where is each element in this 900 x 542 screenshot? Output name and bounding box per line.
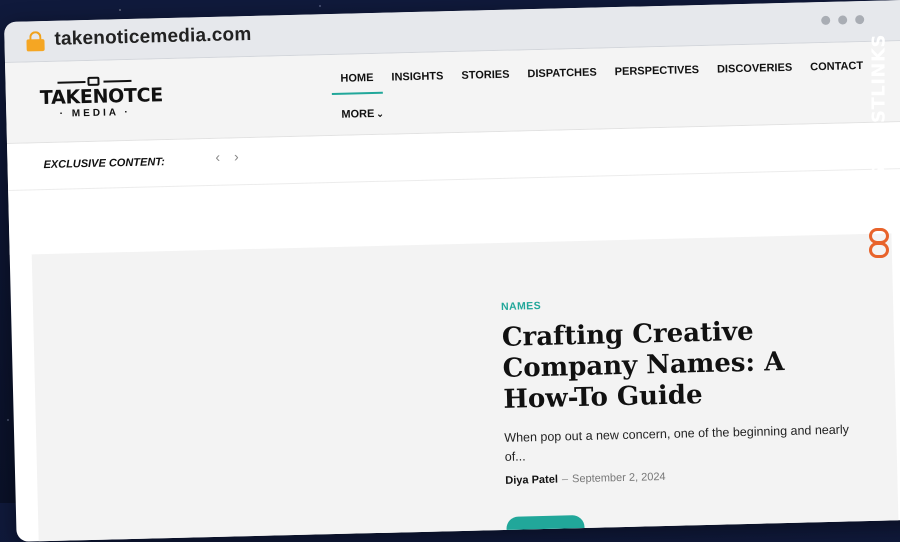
chevron-left-icon[interactable]: ‹ bbox=[215, 149, 220, 165]
article-headline[interactable]: Crafting Creative Company Names: A How-T… bbox=[502, 315, 824, 416]
nav-item-home[interactable]: HOME bbox=[331, 68, 382, 89]
nav-item-contact[interactable]: CONTACT bbox=[801, 56, 872, 78]
window-controls bbox=[821, 14, 865, 26]
article-meta: Diya Patel – September 2, 2024 bbox=[505, 471, 666, 487]
nav-item-perspectives[interactable]: PERSPECTIVES bbox=[605, 60, 708, 82]
ticker-arrows: ‹ › bbox=[215, 148, 239, 165]
meta-separator: – bbox=[561, 473, 569, 486]
lock-icon bbox=[26, 31, 45, 52]
browser-window: takenoticemedia.com TAKENOTCE · MEDIA · … bbox=[4, 0, 900, 542]
window-dot-icon[interactable] bbox=[821, 15, 831, 26]
nav-item-more[interactable]: MORE ⌄ bbox=[332, 104, 393, 125]
nav-item-discoveries[interactable]: DISCOVERIES bbox=[708, 58, 802, 80]
article-date: September 2, 2024 bbox=[571, 470, 666, 486]
main-nav: HOME INSIGHTS STORIES DISPATCHES PERSPEC… bbox=[331, 56, 872, 89]
exclusive-content-label: EXCLUSIVE CONTENT: bbox=[43, 156, 166, 172]
chevron-right-icon[interactable]: › bbox=[234, 148, 239, 164]
site-logo[interactable]: TAKENOTCE · MEDIA · bbox=[39, 75, 164, 120]
camera-icon bbox=[87, 76, 100, 86]
nav-item-stories[interactable]: STORIES bbox=[452, 64, 519, 86]
window-dot-icon[interactable] bbox=[838, 15, 848, 25]
read-more-button[interactable] bbox=[506, 514, 585, 541]
logo-name: TAKENOTCE bbox=[39, 84, 164, 110]
article-category[interactable]: NAMES bbox=[501, 300, 541, 313]
nav-item-dispatches[interactable]: DISPATCHES bbox=[518, 62, 606, 84]
article-excerpt: When pop out a new concern, one of the b… bbox=[504, 422, 850, 464]
brand-text: GUESTPOSTLINKS bbox=[868, 34, 890, 222]
window-dot-icon[interactable] bbox=[855, 14, 865, 25]
url-text[interactable]: takenoticemedia.com bbox=[54, 24, 252, 51]
nav-item-insights[interactable]: INSIGHTS bbox=[382, 66, 452, 88]
link-chain-icon bbox=[869, 228, 889, 260]
nav-more-label: MORE bbox=[341, 107, 375, 121]
article-author[interactable]: Diya Patel bbox=[505, 474, 558, 487]
guestpostlinks-brand: GUESTPOSTLINKS bbox=[864, 34, 894, 270]
featured-article: NAMES Crafting Creative Company Names: A… bbox=[31, 233, 899, 542]
chevron-down-icon: ⌄ bbox=[376, 108, 385, 119]
